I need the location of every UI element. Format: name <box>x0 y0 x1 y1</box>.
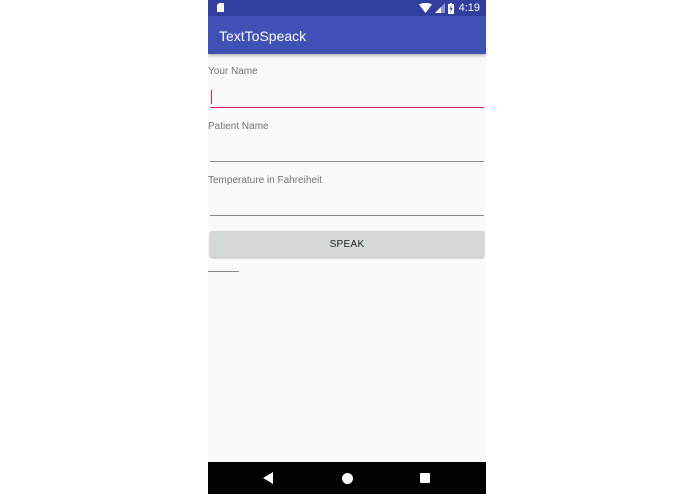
app-title: TextToSpeack <box>219 28 307 44</box>
sd-card-icon <box>217 3 224 12</box>
navigation-bar <box>208 462 486 494</box>
back-button[interactable] <box>258 468 278 488</box>
status-icons: 4:19 <box>416 1 480 15</box>
recents-button[interactable] <box>415 468 435 488</box>
battery-charging-icon <box>447 2 454 14</box>
back-icon <box>263 472 273 484</box>
speak-button[interactable]: SPEAK <box>210 231 484 257</box>
phone-screen: 4:19 TextToSpeack Your Name Patient Name… <box>208 0 486 494</box>
patient-name-input[interactable] <box>210 140 484 162</box>
result-text-view <box>208 271 239 272</box>
temperature-input[interactable] <box>210 194 484 216</box>
home-icon <box>341 472 353 484</box>
status-time: 4:19 <box>458 2 480 14</box>
recents-icon <box>420 473 430 483</box>
temperature-label: Temperature in Fahreiheit <box>208 175 322 186</box>
your-name-input[interactable] <box>210 86 484 108</box>
app-bar: TextToSpeack <box>208 16 486 54</box>
home-button[interactable] <box>337 468 357 488</box>
status-bar: 4:19 <box>208 0 486 16</box>
signal-icon <box>434 3 445 13</box>
wifi-icon <box>418 3 432 13</box>
your-name-label: Your Name <box>208 66 258 77</box>
text-cursor <box>211 90 212 104</box>
patient-name-label: Patient Name <box>208 121 269 132</box>
